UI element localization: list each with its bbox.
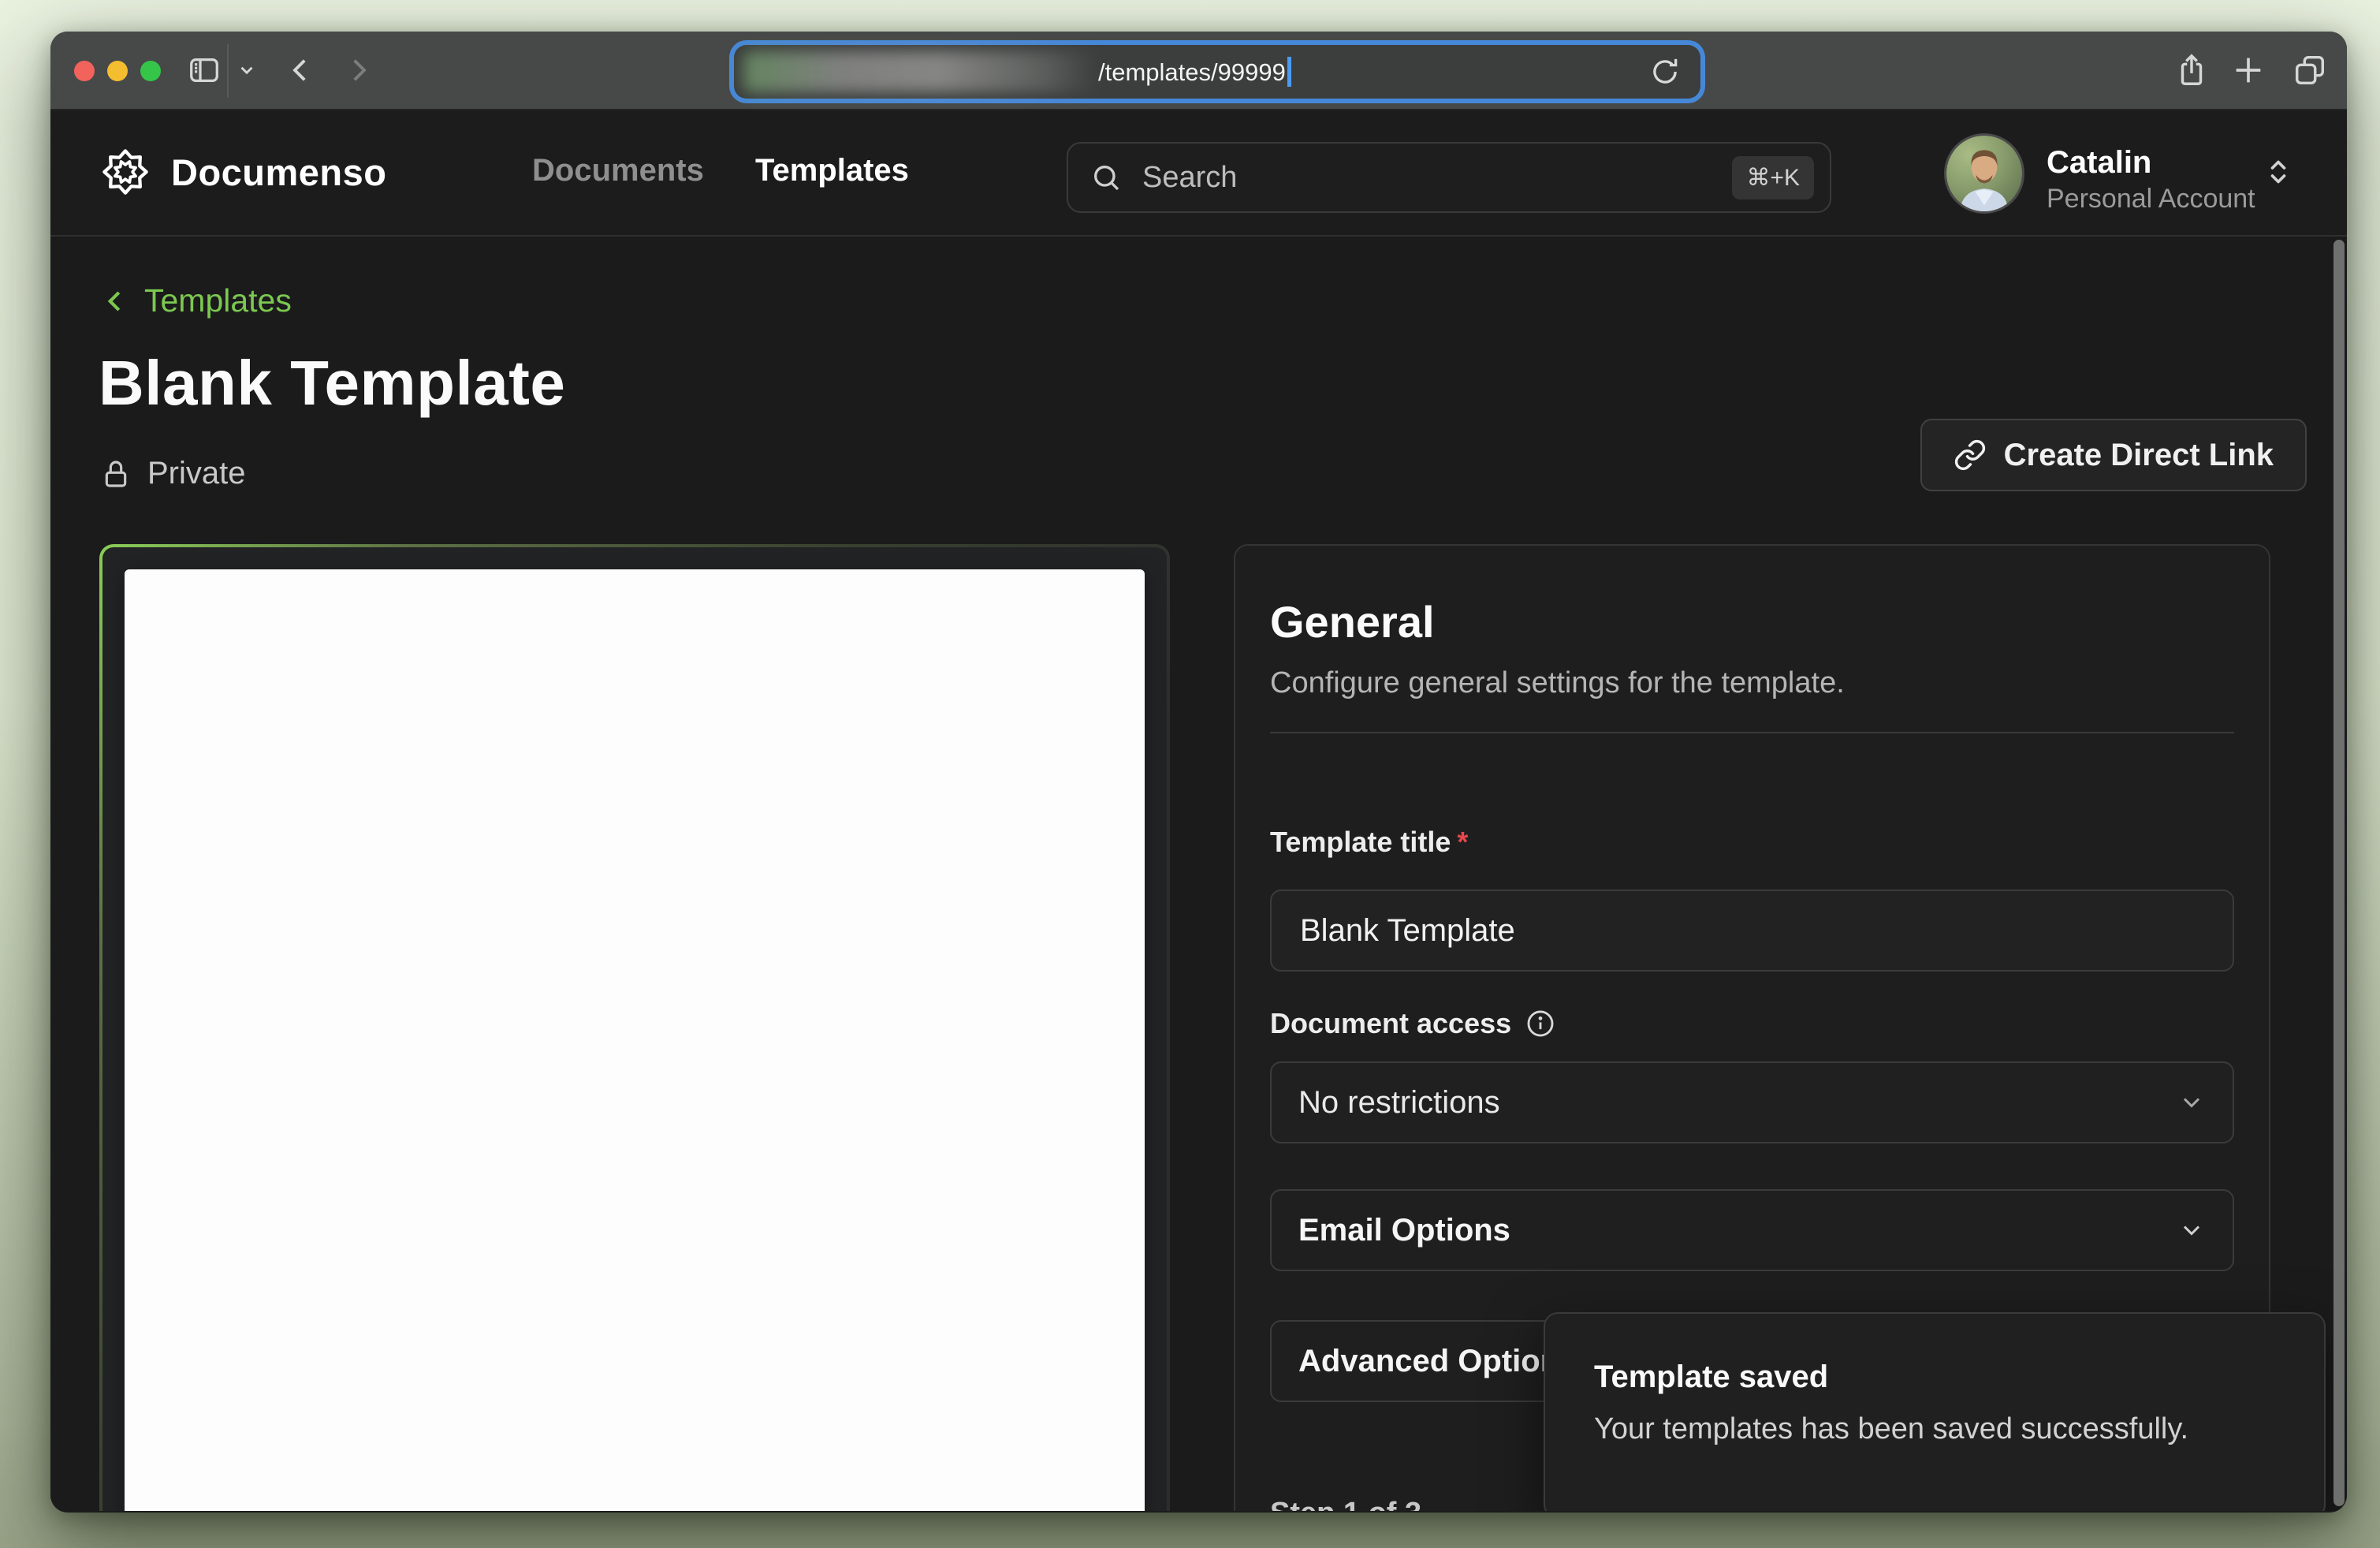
- info-icon[interactable]: [1525, 1009, 1555, 1039]
- document-page[interactable]: [125, 569, 1145, 1511]
- avatar[interactable]: [1944, 133, 2024, 214]
- user-account-type: Personal Account: [2047, 181, 2255, 216]
- app-content: Documenso Documents Templates Search ⌘+K: [50, 110, 2347, 1511]
- required-asterisk: *: [1457, 826, 1468, 858]
- brand[interactable]: Documenso: [100, 147, 387, 197]
- share-icon[interactable]: [2173, 52, 2210, 88]
- chevron-down-icon: [2177, 1088, 2206, 1117]
- document-access-label: Document access: [1270, 1006, 2234, 1041]
- chevrons-up-down-icon[interactable]: [2263, 156, 2294, 188]
- search-input[interactable]: Search ⌘+K: [1067, 142, 1831, 213]
- browser-window: /templates/99999: [50, 32, 2347, 1513]
- toast-title: Template saved: [1594, 1360, 2275, 1395]
- url-blurred-domain: [743, 51, 1098, 92]
- chevron-left-icon: [100, 286, 130, 316]
- browser-toolbar: /templates/99999: [50, 32, 2347, 110]
- create-direct-link-label: Create Direct Link: [2004, 438, 2274, 473]
- user-menu[interactable]: Catalin Personal Account: [2047, 144, 2255, 216]
- search-icon: [1090, 162, 1122, 193]
- toast-message: Your templates has been saved successful…: [1594, 1412, 2275, 1446]
- lock-icon: [100, 458, 132, 490]
- document-access-select[interactable]: No restrictions: [1270, 1061, 2234, 1143]
- visibility-label: Private: [147, 456, 246, 491]
- page-title: Blank Template: [99, 347, 565, 420]
- back-to-templates-link[interactable]: Templates: [100, 282, 292, 319]
- user-name: Catalin: [2047, 144, 2255, 181]
- panel-heading: General: [1270, 596, 2234, 647]
- nav-tab-templates[interactable]: Templates: [755, 153, 909, 188]
- nav-tab-documents[interactable]: Documents: [532, 153, 704, 188]
- email-options-accordion[interactable]: Email Options: [1270, 1189, 2234, 1271]
- app-header: Documenso Documents Templates Search ⌘+K: [50, 110, 2347, 237]
- chain-link-icon: [1954, 438, 1987, 472]
- toast-notification[interactable]: Template saved Your templates has been s…: [1544, 1312, 2326, 1511]
- tabs-overview-icon[interactable]: [2292, 52, 2328, 88]
- maximize-button[interactable]: [140, 61, 161, 81]
- template-title-input[interactable]: [1270, 890, 2234, 972]
- sidebar-toggle-icon[interactable]: [186, 52, 222, 88]
- chevron-down-icon[interactable]: [237, 60, 257, 80]
- document-preview-inner: [102, 547, 1167, 1511]
- divider: [1270, 732, 2234, 733]
- document-preview-card: [99, 544, 1170, 1511]
- toolbar-separator: [227, 44, 229, 98]
- panel-description: Configure general settings for the templ…: [1270, 666, 2234, 700]
- back-button[interactable]: [284, 54, 317, 87]
- visibility-status: Private: [100, 456, 246, 491]
- text-caret: [1287, 57, 1291, 87]
- search-placeholder: Search: [1142, 161, 1237, 195]
- reload-icon[interactable]: [1648, 55, 1682, 88]
- chevron-down-icon: [2177, 1216, 2206, 1244]
- template-title-label: Template title*: [1270, 825, 2234, 860]
- new-tab-icon[interactable]: [2230, 52, 2266, 88]
- close-button[interactable]: [74, 61, 95, 81]
- vertical-scrollbar[interactable]: [2333, 240, 2345, 1506]
- email-options-label: Email Options: [1298, 1213, 1510, 1248]
- traffic-lights: [74, 61, 161, 81]
- documenso-logo-icon: [100, 147, 151, 197]
- document-access-value: No restrictions: [1298, 1085, 1500, 1121]
- forward-button[interactable]: [342, 54, 375, 87]
- back-link-label: Templates: [144, 282, 292, 319]
- create-direct-link-button[interactable]: Create Direct Link: [1920, 419, 2307, 491]
- minimize-button[interactable]: [107, 61, 128, 81]
- advanced-options-label: Advanced Options: [1298, 1344, 1577, 1379]
- url-path-text: /templates/99999: [1098, 57, 1291, 87]
- search-shortcut-badge: ⌘+K: [1732, 156, 1814, 200]
- url-bar[interactable]: /templates/99999: [734, 45, 1700, 99]
- brand-name: Documenso: [171, 151, 387, 194]
